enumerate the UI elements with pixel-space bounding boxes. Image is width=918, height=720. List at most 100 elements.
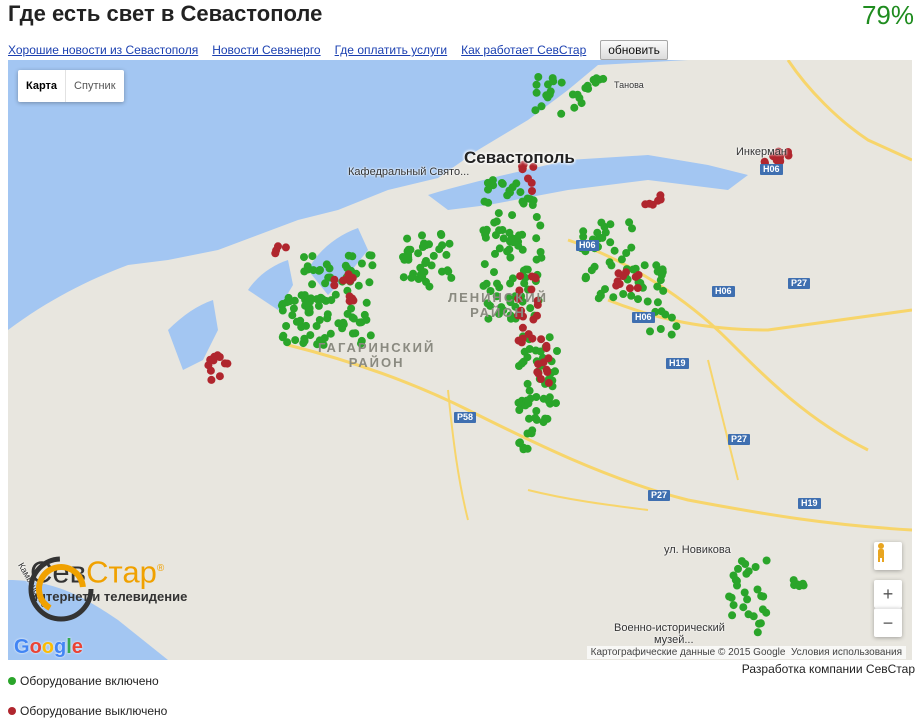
equipment-marker <box>729 571 738 580</box>
map-type-map-button[interactable]: Карта <box>18 70 67 102</box>
equipment-marker <box>524 330 533 339</box>
equipment-marker <box>498 179 507 188</box>
equipment-marker <box>427 261 436 270</box>
equipment-marker <box>543 368 552 376</box>
equipment-marker <box>223 359 232 368</box>
equipment-marker <box>762 556 771 565</box>
equipment-marker <box>519 199 528 208</box>
nav-link-good-news[interactable]: Хорошие новости из Севастополя <box>8 43 198 57</box>
equipment-marker <box>522 265 530 274</box>
equipment-marker <box>661 310 670 319</box>
nav-link-sevenergo-news[interactable]: Новости Севэнерго <box>212 43 320 57</box>
equipment-marker <box>517 359 526 368</box>
equipment-marker <box>634 271 643 279</box>
equipment-marker <box>523 353 532 362</box>
road-shield: Н06 <box>712 286 735 297</box>
road-shield: Р27 <box>648 490 671 501</box>
legend-off: Оборудование выключено <box>8 704 167 718</box>
equipment-marker <box>493 279 501 288</box>
equipment-marker <box>288 311 297 320</box>
equipment-marker <box>505 228 514 237</box>
equipment-marker <box>619 290 628 298</box>
equipment-marker <box>481 230 490 239</box>
equipment-marker <box>667 330 676 339</box>
equipment-marker <box>553 347 561 355</box>
nav-link-how-sevstar-works[interactable]: Как работает СевСтар <box>461 43 586 57</box>
equipment-marker <box>442 250 451 259</box>
equipment-marker <box>314 301 323 310</box>
equipment-marker <box>271 249 280 258</box>
equipment-marker <box>725 592 734 601</box>
road-shield: Р58 <box>454 412 477 423</box>
nav-links: Хорошие новости из Севастополя Новости С… <box>8 40 668 60</box>
city-label: Севастополь <box>464 148 575 167</box>
equipment-marker <box>514 336 523 345</box>
equipment-marker <box>739 603 748 612</box>
equipment-marker <box>349 296 358 305</box>
zoom-out-button[interactable]: − <box>874 608 902 637</box>
equipment-marker <box>365 278 374 287</box>
equipment-marker <box>523 379 532 388</box>
equipment-marker <box>789 576 798 585</box>
equipment-marker <box>354 281 363 290</box>
equipment-marker <box>627 243 636 252</box>
equipment-marker <box>536 248 545 256</box>
equipment-marker <box>537 102 546 111</box>
equipment-marker <box>407 273 416 282</box>
equipment-marker <box>312 322 321 330</box>
equipment-marker <box>609 293 618 302</box>
equipment-marker <box>326 329 335 338</box>
equipment-marker <box>753 628 762 637</box>
red-dot-icon <box>8 707 16 715</box>
equipment-marker <box>429 251 438 260</box>
power-map[interactable]: Карта Спутник Севастополь Кафедральный С… <box>8 60 912 660</box>
equipment-marker <box>545 333 554 342</box>
equipment-marker <box>734 564 742 573</box>
pegman-icon[interactable] <box>874 542 902 570</box>
equipment-marker <box>303 262 312 271</box>
equipment-marker <box>733 581 741 590</box>
equipment-marker <box>531 273 539 282</box>
map-type-satellite-button[interactable]: Спутник <box>66 70 123 102</box>
equipment-marker <box>577 99 586 108</box>
equipment-marker <box>508 274 517 283</box>
road-shield: Н06 <box>760 164 783 175</box>
equipment-marker <box>605 258 614 267</box>
nav-link-payment[interactable]: Где оплатить услуги <box>335 43 448 57</box>
equipment-marker <box>484 198 493 207</box>
terms-link[interactable]: Условия использования <box>791 647 902 658</box>
equipment-marker <box>282 298 291 307</box>
equipment-marker <box>308 252 317 261</box>
developer-credit: Разработка компании СевСтар <box>741 662 915 676</box>
page-title: Где есть свет в Севастополе <box>8 1 323 26</box>
equipment-marker <box>536 375 545 383</box>
equipment-marker <box>297 323 306 332</box>
equipment-marker <box>751 563 760 571</box>
equipment-marker <box>653 298 662 307</box>
equipment-marker <box>482 279 491 288</box>
equipment-marker <box>206 366 215 375</box>
refresh-button[interactable]: обновить <box>600 40 668 60</box>
equipment-marker <box>659 286 668 295</box>
equipment-marker <box>362 315 371 324</box>
equipment-marker <box>593 228 602 237</box>
equipment-marker <box>490 268 498 277</box>
equipment-marker <box>362 298 371 307</box>
equipment-marker <box>532 415 541 424</box>
equipment-marker <box>532 255 541 264</box>
equipment-marker <box>518 245 527 254</box>
equipment-marker <box>348 252 357 261</box>
equipment-marker <box>634 295 642 304</box>
equipment-marker <box>368 261 377 270</box>
equipment-marker <box>508 211 517 220</box>
equipment-marker <box>527 429 536 438</box>
equipment-marker <box>532 234 541 243</box>
legend-on: Оборудование включено <box>8 674 159 688</box>
equipment-marker <box>549 77 558 86</box>
green-dot-icon <box>8 677 16 685</box>
zoom-in-button[interactable]: + <box>874 580 902 608</box>
equipment-marker <box>444 267 453 276</box>
equipment-marker <box>524 174 532 183</box>
equipment-marker <box>627 291 636 300</box>
google-logo[interactable]: Google <box>14 636 83 659</box>
